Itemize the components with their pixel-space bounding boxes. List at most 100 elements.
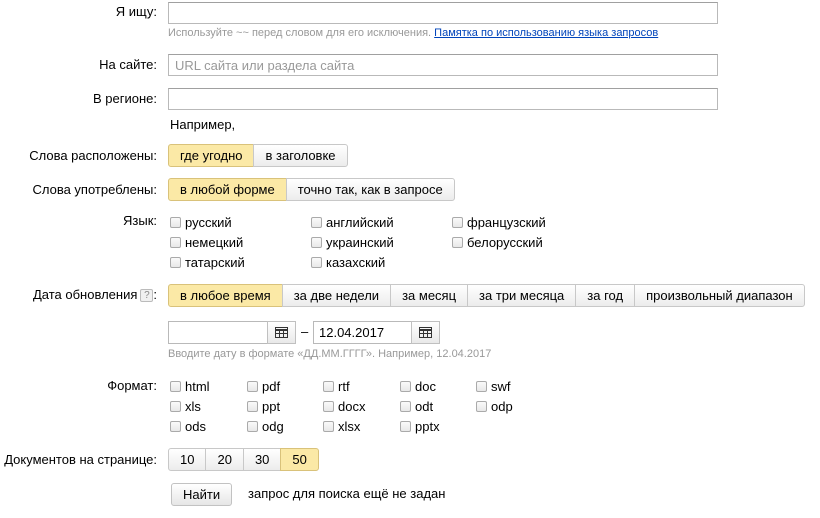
- language-option[interactable]: английский: [311, 215, 394, 230]
- language-option[interactable]: белорусский: [452, 235, 543, 250]
- format-option[interactable]: xls: [170, 399, 201, 414]
- language-option-label: немецкий: [185, 235, 244, 250]
- date-from-input[interactable]: [168, 321, 268, 344]
- query-syntax-link[interactable]: Памятка по использованию языка запросов: [434, 27, 658, 39]
- checkbox[interactable]: [400, 381, 411, 392]
- language-option-label: русский: [185, 215, 232, 230]
- format-option-label: pdf: [262, 379, 281, 394]
- checkbox[interactable]: [311, 257, 322, 268]
- query-label: Я ищу:: [115, 4, 157, 19]
- format-option-label: docx: [338, 399, 366, 414]
- language-label: Язык:: [123, 213, 157, 228]
- per-page-label: Документов на странице:: [4, 452, 157, 467]
- format-option[interactable]: rtf: [323, 379, 350, 394]
- date-three-months[interactable]: за три месяца: [467, 284, 577, 307]
- format-option[interactable]: odg: [247, 419, 284, 434]
- checkbox[interactable]: [476, 381, 487, 392]
- checkbox[interactable]: [452, 217, 463, 228]
- format-option[interactable]: xlsx: [323, 419, 360, 434]
- checkbox[interactable]: [400, 421, 411, 432]
- checkbox[interactable]: [323, 421, 334, 432]
- format-option[interactable]: doc: [400, 379, 436, 394]
- date-from-calendar-button[interactable]: [267, 321, 296, 344]
- checkbox[interactable]: [247, 421, 258, 432]
- format-option[interactable]: odp: [476, 399, 513, 414]
- search-button[interactable]: Найти: [171, 483, 233, 506]
- format-option-label: odp: [491, 399, 513, 414]
- region-example: Например,: [170, 117, 236, 132]
- words-form-any[interactable]: в любой форме: [168, 178, 287, 201]
- format-option[interactable]: ppt: [247, 399, 280, 414]
- language-option-label: английский: [326, 215, 394, 230]
- checkbox[interactable]: [170, 257, 181, 268]
- date-month[interactable]: за месяц: [390, 284, 469, 307]
- checkbox[interactable]: [476, 401, 487, 412]
- per-page-50[interactable]: 50: [280, 448, 319, 471]
- language-option[interactable]: французский: [452, 215, 546, 230]
- region-input[interactable]: [168, 88, 718, 110]
- format-option[interactable]: html: [170, 379, 210, 394]
- checkbox[interactable]: [247, 381, 258, 392]
- format-option-label: html: [185, 379, 210, 394]
- format-option[interactable]: pdf: [247, 379, 280, 394]
- update-date-label: Дата обновления?:: [32, 287, 157, 303]
- checkbox[interactable]: [170, 237, 181, 248]
- format-option[interactable]: ods: [170, 419, 206, 434]
- update-date-selector: в любое время за две недели за месяц за …: [168, 284, 805, 307]
- words-form-label: Слова употреблены:: [32, 182, 157, 197]
- per-page-selector: 10 20 30 50: [168, 448, 319, 471]
- format-option-label: rtf: [338, 379, 350, 394]
- date-any-time[interactable]: в любое время: [168, 284, 283, 307]
- language-option-label: татарский: [185, 255, 245, 270]
- format-option[interactable]: docx: [323, 399, 365, 414]
- format-option-label: xls: [185, 399, 201, 414]
- checkbox[interactable]: [170, 217, 181, 228]
- region-label: В регионе:: [93, 91, 157, 106]
- format-option-label: xlsx: [338, 419, 361, 434]
- words-form-selector: в любой форме точно так, как в запросе: [168, 178, 455, 201]
- words-position-title[interactable]: в заголовке: [253, 144, 348, 167]
- checkbox[interactable]: [311, 217, 322, 228]
- per-page-10[interactable]: 10: [168, 448, 207, 471]
- language-option[interactable]: русский: [170, 215, 232, 230]
- checkbox[interactable]: [247, 401, 258, 412]
- checkbox[interactable]: [323, 401, 334, 412]
- checkbox[interactable]: [311, 237, 322, 248]
- per-page-20[interactable]: 20: [205, 448, 244, 471]
- checkbox[interactable]: [170, 401, 181, 412]
- format-option[interactable]: odt: [400, 399, 433, 414]
- format-option[interactable]: swf: [476, 379, 511, 394]
- calendar-icon: [275, 327, 288, 338]
- format-option-label: swf: [491, 379, 511, 394]
- date-custom-range[interactable]: произвольный диапазон: [634, 284, 805, 307]
- search-status: запрос для поиска ещё не задан: [248, 486, 446, 501]
- language-option[interactable]: украинский: [311, 235, 394, 250]
- date-format-hint: Вводите дату в формате «ДД.ММ.ГГГГ». Нап…: [168, 348, 492, 360]
- site-input[interactable]: [168, 54, 718, 76]
- format-option[interactable]: pptx: [400, 419, 440, 434]
- query-hint: Используйте ~~ перед словом для его искл…: [168, 27, 658, 39]
- help-icon[interactable]: ?: [140, 289, 154, 303]
- language-option[interactable]: казахский: [311, 255, 385, 270]
- format-option-label: odt: [415, 399, 434, 414]
- checkbox[interactable]: [400, 401, 411, 412]
- words-position-anywhere[interactable]: где угодно: [168, 144, 255, 167]
- date-dash: –: [301, 324, 309, 339]
- date-two-weeks[interactable]: за две недели: [281, 284, 392, 307]
- checkbox[interactable]: [170, 381, 181, 392]
- language-option[interactable]: немецкий: [170, 235, 243, 250]
- checkbox[interactable]: [170, 421, 181, 432]
- format-option-label: odg: [262, 419, 284, 434]
- per-page-30[interactable]: 30: [242, 448, 282, 471]
- words-form-exact[interactable]: точно так, как в запросе: [285, 178, 455, 201]
- words-position-selector: где угодно в заголовке: [168, 144, 348, 167]
- date-to-calendar-button[interactable]: [411, 321, 440, 344]
- query-input[interactable]: [168, 2, 718, 24]
- checkbox[interactable]: [323, 381, 334, 392]
- date-year[interactable]: за год: [575, 284, 636, 307]
- calendar-icon: [419, 327, 432, 338]
- date-to-input[interactable]: [313, 321, 412, 344]
- language-option-label: казахский: [326, 255, 386, 270]
- checkbox[interactable]: [452, 237, 463, 248]
- language-option[interactable]: татарский: [170, 255, 245, 270]
